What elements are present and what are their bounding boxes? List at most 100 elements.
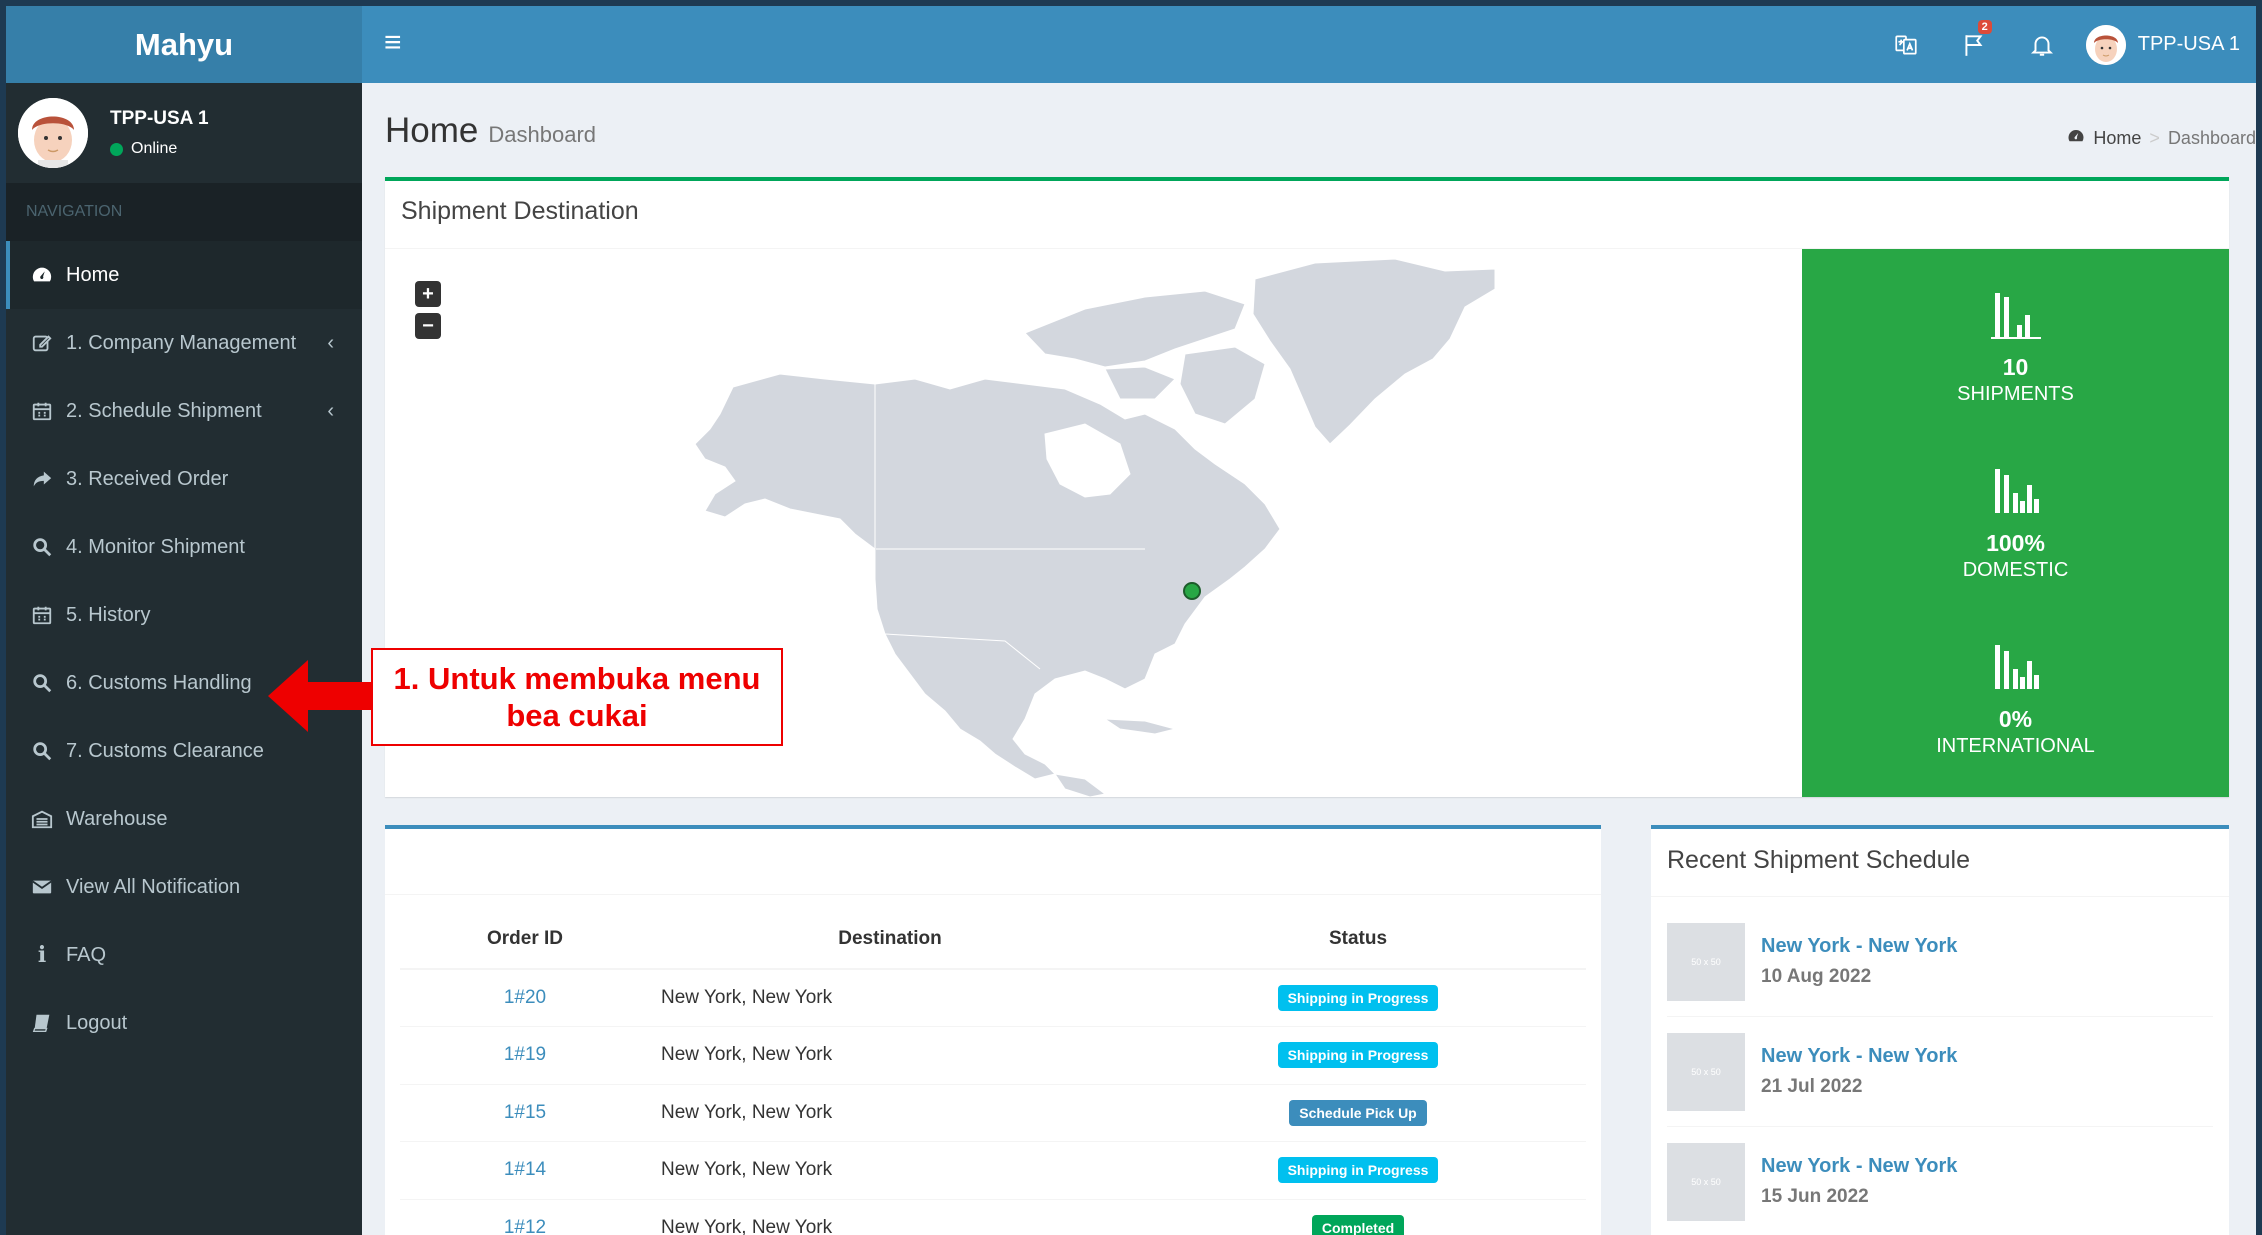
sidebar-item-monitor-shipment[interactable]: 4. Monitor Shipment [6,513,362,581]
order-id-link[interactable]: 1#15 [400,1083,650,1142]
page-title: Home Dashboard [385,111,596,151]
calendar-icon [30,399,54,423]
stat-label: INTERNATIONAL [1936,735,2095,757]
book-icon [30,1011,54,1035]
stat-international: 0% INTERNATIONAL [1802,643,2229,758]
order-destination: New York, New York [650,968,1130,1027]
list-item[interactable]: 50 x 50 New York - New York 10 Aug 2022 [1667,907,2213,1017]
user-menu[interactable]: TPP-USA 1 [2076,6,2256,83]
top-navbar: ≡ 2 TPP-USA 1 [362,6,2256,83]
warehouse-icon [30,807,54,831]
sidebar-item-label: 3. Received Order [66,467,229,490]
bar-chart-icon [1990,293,2041,339]
destination-marker[interactable] [1183,582,1201,600]
column-header-status: Status [1130,909,1586,970]
sidebar-item-view-all-notification[interactable]: View All Notification [6,853,362,921]
sidebar-item-received-order[interactable]: 3. Received Order [6,445,362,513]
orders-box: Order ID Destination Status 1#20 New York… [385,825,1601,1235]
search-icon [30,535,54,559]
sidebar-user-name: TPP-USA 1 [110,108,209,129]
table-row[interactable]: 1#12 New York, New York Completed [400,1198,1586,1235]
annotation-callout: 1. Untuk membuka menu bea cukai [371,648,783,746]
zoom-out-button[interactable]: − [415,313,441,339]
box-header [385,829,1601,895]
column-header-order-id: Order ID [400,909,650,970]
sidebar-item-label: Logout [66,1011,128,1034]
app-frame: Mahyu ≡ 2 TPP-USA 1 TPP-USA 1 Online NAV… [6,6,2256,1235]
table-row[interactable]: 1#20 New York, New York Shipping in Progre… [400,968,1586,1027]
red-arrow-icon [268,660,374,732]
order-status-cell: Shipping in Progress [1130,968,1586,1027]
status-badge: Shipping in Progress [1277,1042,1439,1069]
edit-icon [30,331,54,355]
calendar-icon [30,603,54,627]
envelope-icon [30,875,54,899]
sidebar-item-home[interactable]: Home [6,241,362,309]
order-id-link[interactable]: 1#12 [400,1198,650,1235]
breadcrumb-home-link[interactable]: Home [2093,128,2141,149]
shipment-route-link[interactable]: New York - New York [1761,935,1957,958]
table-row[interactable]: 1#14 New York, New York Shipping in Progre… [400,1141,1586,1199]
table-row[interactable]: 1#15 New York, New York Schedule Pick Up [400,1083,1586,1142]
zoom-in-button[interactable]: + [415,281,441,307]
user-status: Online [110,140,209,158]
stat-value: 10 [2002,354,2029,380]
recent-shipment-schedule-box: Recent Shipment Schedule 50 x 50 New York… [1651,825,2229,1235]
shipment-route-link[interactable]: New York - New York [1761,1045,1957,1068]
brand-logo[interactable]: Mahyu [6,6,362,83]
box-title: Recent Shipment Schedule [1651,829,2229,897]
share-icon [30,467,54,491]
order-status-cell: Shipping in Progress [1130,1141,1586,1199]
sidebar-user-panel: TPP-USA 1 Online [6,83,362,183]
status-badge: Schedule Pick Up [1289,1099,1427,1126]
sidebar-item-label: 4. Monitor Shipment [66,535,245,558]
thumbnail-placeholder: 50 x 50 [1667,1142,1745,1221]
avatar [18,98,88,168]
sidebar-item-label: 7. Customs Clearance [66,739,264,762]
stat-value: 100% [1986,530,2045,556]
bell-icon[interactable] [2008,6,2076,83]
sidebar-item-history[interactable]: 5. History [6,581,362,649]
thumbnail-placeholder: 50 x 50 [1667,922,1745,1001]
list-item[interactable]: 50 x 50 New York - New York 15 Jun 2022 [1667,1127,2213,1235]
chevron-left-icon: ‹ [327,399,334,422]
chevron-left-icon: ‹ [327,331,334,354]
central-america-shape [1053,773,1107,798]
stat-label: DOMESTIC [1962,559,2069,581]
shipment-route-link[interactable]: New York - New York [1761,1155,1957,1178]
stat-shipments: 10 SHIPMENTS [1802,291,2229,406]
sidebar-item-warehouse[interactable]: Warehouse [6,785,362,853]
sidebar-item-company-management[interactable]: 1. Company Management ‹ [6,309,362,377]
shipment-date: 15 Jun 2022 [1761,1186,1869,1207]
baffin-island-shape [1104,366,1176,400]
flag-icon[interactable]: 2 [1940,6,2008,83]
bar-chart-icon [1994,645,2039,689]
sidebar-item-label: 2. Schedule Shipment [66,399,262,422]
brand-name: Mahyu [134,26,234,62]
order-destination: New York, New York [650,1083,1130,1142]
table-row[interactable]: 1#19 New York, New York Shipping in Progre… [400,1026,1586,1084]
user-status-label: Online [131,140,178,157]
order-destination: New York, New York [650,1026,1130,1084]
annotation-line-1: 1. Untuk membuka menu [393,661,761,696]
sidebar-item-logout[interactable]: Logout [6,989,362,1057]
column-header-destination: Destination [650,909,1130,970]
orders-table: Order ID Destination Status 1#20 New York… [400,909,1586,1235]
order-id-link[interactable]: 1#14 [400,1141,650,1199]
sidebar-item-faq[interactable]: i FAQ [6,921,362,989]
sidebar-item-schedule-shipment[interactable]: 2. Schedule Shipment ‹ [6,377,362,445]
baffin-island-shape [1179,346,1266,425]
language-icon[interactable] [1872,6,1940,83]
order-status-cell: Completed [1130,1198,1586,1235]
shipment-date: 10 Aug 2022 [1761,966,1872,987]
stat-domestic: 100% DOMESTIC [1802,467,2229,582]
sidebar-toggle-icon[interactable]: ≡ [384,28,402,58]
order-status-cell: Shipping in Progress [1130,1026,1586,1084]
list-item[interactable]: 50 x 50 New York - New York 21 Jul 2022 [1667,1017,2213,1127]
order-id-link[interactable]: 1#20 [400,968,650,1027]
order-id-link[interactable]: 1#19 [400,1026,650,1084]
notification-count-badge: 2 [1977,20,1992,34]
breadcrumb: Home > Dashboard [2067,127,2256,150]
info-icon: i [37,942,47,968]
sidebar-item-label: View All Notification [66,875,241,898]
